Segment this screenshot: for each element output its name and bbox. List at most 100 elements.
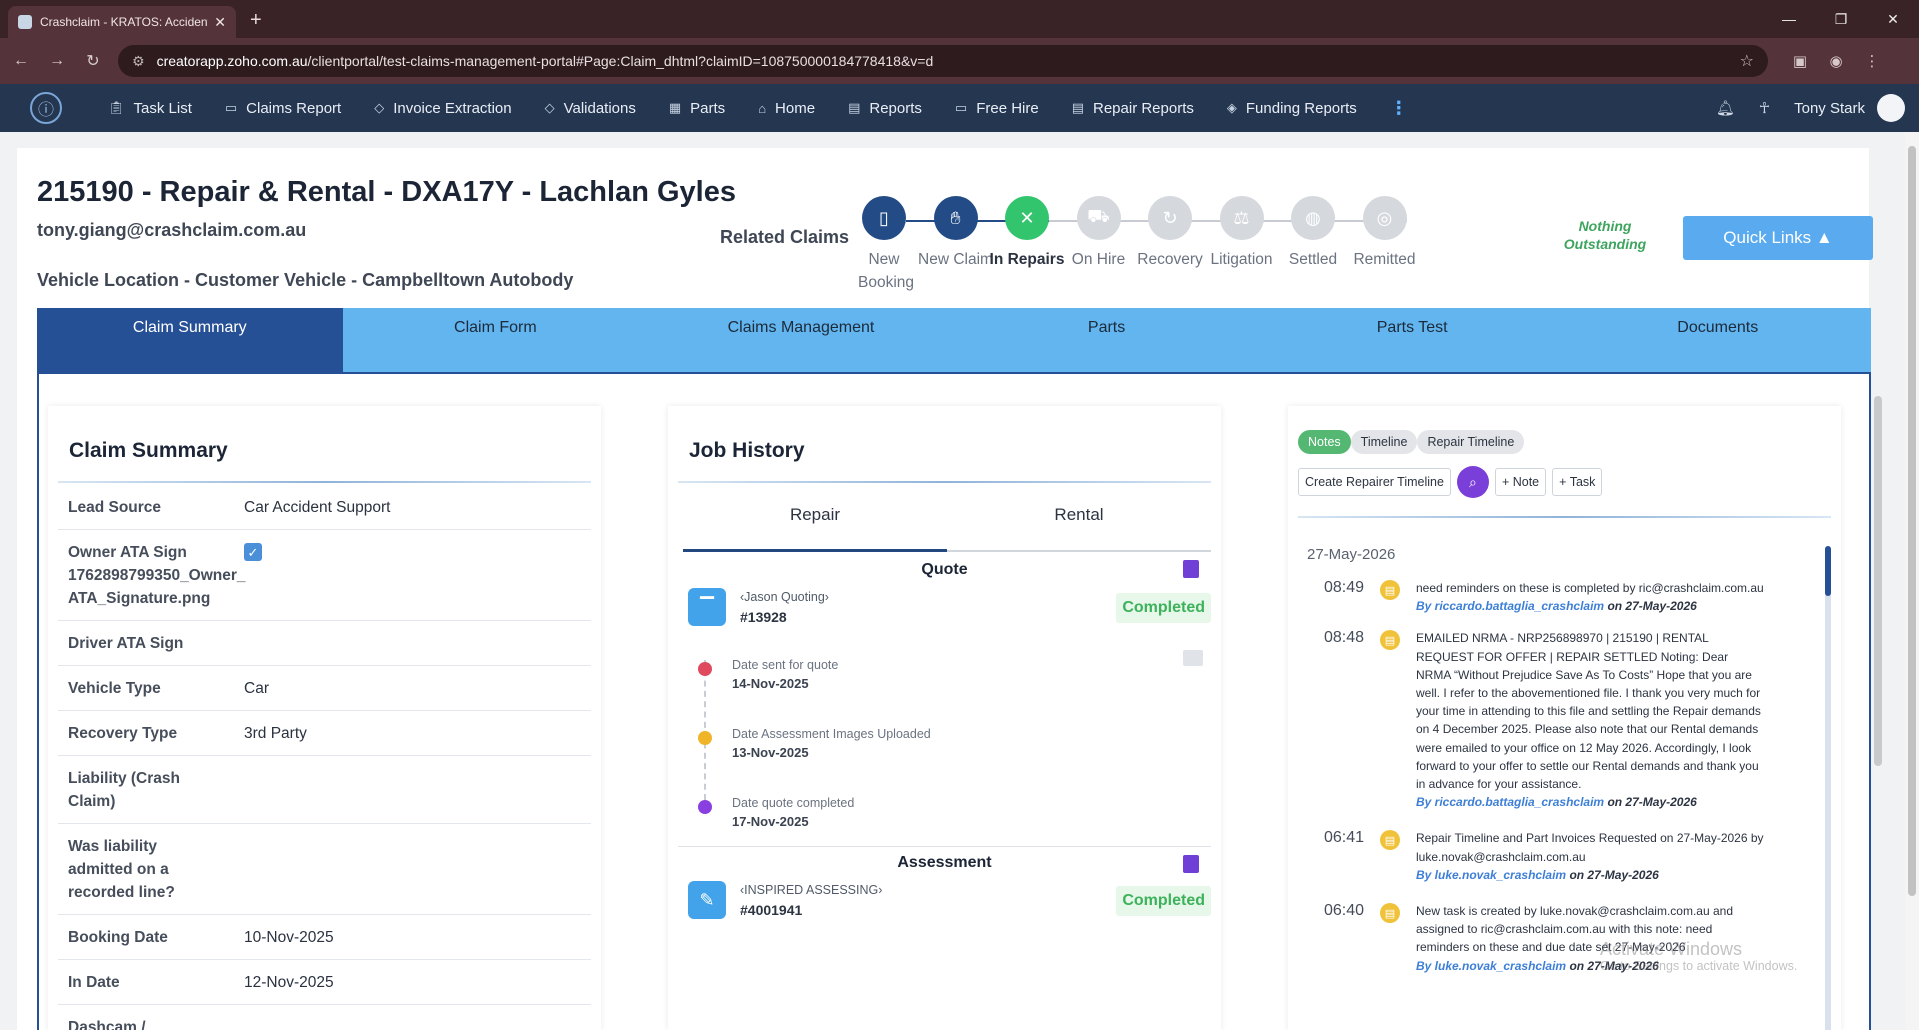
nav-item-label: Reports [869,99,922,117]
window-controls: — ❐ ✕ [1763,0,1919,38]
tab-documents[interactable]: Documents [1565,308,1871,373]
status-badge: Completed [1116,886,1211,916]
claim-summary-title: Claim Summary [69,439,228,462]
tab-claim-form[interactable]: Claim Form [343,308,649,373]
user-name[interactable]: Tony Stark [1794,100,1865,117]
funding-icon: ◈ [1226,100,1237,115]
forward-icon[interactable]: → [42,52,72,70]
summary-row: Recovery Type 3rd Party [58,711,591,756]
page-title: 215190 - Repair & Rental - DXA17Y - Lach… [37,176,736,208]
printer-icon[interactable] [1183,650,1203,666]
report-icon: ▤ [848,100,861,115]
document-icon[interactable] [1183,855,1199,873]
nav-more-icon[interactable]: ⋮ [1390,98,1408,119]
page-scrollbar[interactable] [1905,132,1919,1030]
new-tab-icon[interactable]: + [250,9,262,32]
close-window-icon[interactable]: ✕ [1867,0,1919,38]
nav-item-repair-reports[interactable]: ▤ Repair Reports [1072,100,1194,117]
add-note-button[interactable]: + Note [1494,468,1547,496]
job-tab-rental[interactable]: Rental [947,505,1211,550]
search-list-icon[interactable]: ⌕ [1456,466,1489,498]
back-icon[interactable]: ← [6,52,36,70]
restore-icon[interactable]: ❐ [1815,0,1867,38]
nav-item-label: Home [775,99,816,117]
assessment-number[interactable]: #4001941 [740,902,802,918]
tab-claims-management[interactable]: Claims Management [648,308,954,373]
note-text: need reminders on these is completed by … [1416,581,1764,595]
paint-roller-icon: ▔ [688,588,726,626]
quote-section-head: Quote [668,552,1221,588]
nav-item-validations[interactable]: ◇ Validations [545,100,636,117]
nav-item-free-hire[interactable]: ▭ Free Hire [955,100,1039,117]
car-icon: ⛟ [1076,196,1121,240]
document-icon[interactable] [1183,560,1199,578]
claim-summary-panel: Claim Summary Lead Source Car Accident Su… [48,406,601,1030]
avatar[interactable] [1877,94,1905,122]
minimize-icon[interactable]: — [1763,0,1815,38]
summary-row: Booking Date 10-Nov-2025 [58,915,591,960]
browser-tab-strip: Crashclaim - KRATOS: Accident ✕ + — ❐ ✕ [0,0,1919,38]
nav-item-label: Invoice Extraction [393,99,512,117]
nav-item-label: Funding Reports [1245,99,1357,117]
extensions-icon[interactable]: ▣ [1782,52,1818,70]
nav-item-home[interactable]: ⌂ Home [758,100,815,117]
summary-label: Lead Source [68,499,162,516]
url-input[interactable]: ⚙ creatorapp.zoho.com.au/clientportal/te… [118,45,1768,77]
create-repairer-timeline-button[interactable]: Create Repairer Timeline [1298,468,1451,496]
close-tab-icon[interactable]: ✕ [214,14,226,31]
summary-label: Liability (Crash Claim) [68,770,180,810]
note-author: By luke.novak_crashclaim on 27-May-2026 [1416,867,1659,882]
phone-icon: ▯ [862,196,906,240]
app-logo-icon[interactable]: ⓘ [30,92,62,124]
nav-item-task-list[interactable]: 📋︎ Task List [108,100,192,117]
content-scrollbar[interactable] [1873,376,1883,1026]
reload-icon[interactable]: ↻ [78,51,108,71]
menu-kebab-icon[interactable]: ⋮ [1854,52,1890,70]
report-icon: ▤ [1071,100,1084,115]
nav-item-funding-reports[interactable]: ◈ Funding Reports [1227,100,1357,117]
stage-remitted[interactable]: ◎ Remitted [1341,196,1429,271]
summary-label: Dashcam / [68,1019,146,1030]
job-tab-repair[interactable]: Repair [683,505,947,552]
nav-item-claims-report[interactable]: ▭ Claims Report [225,100,341,117]
quote-job: ▔ ‹Jason Quoting› #13928 Completed [668,588,1221,644]
notes-tab-timeline[interactable]: Timeline [1350,430,1418,454]
browser-tab[interactable]: Crashclaim - KRATOS: Accident ✕ [8,6,236,38]
notes-date: 27-May-2026 [1307,546,1396,563]
nav-item-reports[interactable]: ▤ Reports [848,100,922,117]
nav-item-label: Parts [690,99,726,117]
notes-scrollbar[interactable] [1825,546,1831,1030]
nav-item-invoice-extraction[interactable]: ◇ Invoice Extraction [374,100,511,117]
nav-item-label: Free Hire [976,99,1039,117]
nav-item-label: Validations [563,99,636,117]
accessibility-icon[interactable]: ☥ [1759,99,1770,117]
quote-company: ‹Jason Quoting› [740,590,829,604]
add-task-button[interactable]: + Task [1552,468,1603,496]
summary-row: Liability (Crash Claim) [58,756,591,824]
bell-icon[interactable]: 🔔︎ [1716,99,1735,117]
tab-parts-test[interactable]: Parts Test [1259,308,1565,373]
notes-panel: Notes Timeline Repair Timeline Create Repa… [1288,406,1841,1030]
site-info-icon[interactable]: ⚙ [132,53,145,70]
assessment-company: ‹INSPIRED ASSESSING› [740,883,883,897]
profile-icon[interactable]: ◉ [1818,52,1854,70]
nav-item-parts[interactable]: ▦ Parts [669,100,725,117]
note-text: EMAILED NRMA - NRP256898970 | 215190 | R… [1416,631,1761,792]
quote-timeline: Date sent for quote 14-Nov-2025 Date Asses… [698,644,1221,846]
tab-claim-summary[interactable]: Claim Summary [37,308,343,373]
job-history-panel: Job History Repair Rental Quote ▔ ‹Jason… [668,406,1221,1030]
tab-parts[interactable]: Parts [954,308,1260,373]
timeline-event-title: Date sent for quote [732,658,839,672]
quote-number[interactable]: #13928 [740,609,787,625]
notes-tab-repair-timeline[interactable]: Repair Timeline [1417,430,1525,454]
quick-links-button[interactable]: Quick Links ▲ [1683,216,1873,260]
timeline-event-date: 14-Nov-2025 [732,676,809,691]
timeline-event-title: Date quote completed [732,796,855,810]
notes-tab-notes[interactable]: Notes [1298,430,1351,454]
bookmark-star-icon[interactable]: ☆ [1740,51,1754,71]
note-time: 06:41 [1324,829,1365,847]
related-claims-link[interactable]: Related Claims [720,227,849,248]
monitor-icon: ▭ [224,100,238,115]
note-author: By riccardo.battaglia_crashclaim on 27-M… [1416,795,1697,810]
owner-ata-checkbox[interactable]: ✓ [244,543,262,561]
